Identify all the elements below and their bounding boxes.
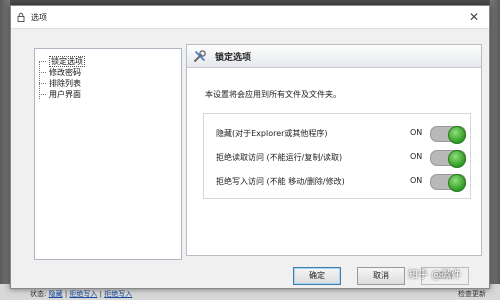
options-nav-tree: 锁定选项 修改密码 排除列表 用户界面 xyxy=(34,48,182,260)
close-button[interactable]: ✕ xyxy=(465,8,483,26)
toggle-knob xyxy=(448,174,466,192)
nav-item-change-password[interactable]: 修改密码 xyxy=(39,67,81,78)
options-dialog: 选项 ✕ 锁定选项 修改密码 排除列表 用户界面 锁定选项 本设置将会应用到所有… xyxy=(10,5,490,289)
option-row-deny-read: 拒绝读取访问 (不能运行/复制/读取) ON xyxy=(204,146,470,168)
toggle-knob xyxy=(448,150,466,168)
ok-button[interactable]: 确定 xyxy=(293,267,341,285)
option-row-deny-write: 拒绝写入访问 (不能 移动/删除/修改) ON xyxy=(204,170,470,192)
option-row-hide: 隐藏(对于Explorer或其他程序) ON xyxy=(204,122,470,144)
option-state: ON xyxy=(410,152,423,161)
toggle-knob xyxy=(448,126,466,144)
option-label: 隐藏(对于Explorer或其他程序) xyxy=(216,129,328,138)
nav-item-exclusion-list[interactable]: 排除列表 xyxy=(39,78,81,89)
watermark: 知乎 @微件 xyxy=(408,270,462,281)
panel-description: 本设置将会应用到所有文件及文件夹。 xyxy=(205,90,341,99)
panel-header: 锁定选项 xyxy=(187,45,481,68)
deny-read-toggle[interactable] xyxy=(430,150,466,168)
tree-connector xyxy=(39,72,46,73)
option-label: 拒绝读取访问 (不能运行/复制/读取) xyxy=(216,153,343,162)
deny-write-toggle[interactable] xyxy=(430,174,466,192)
close-icon: ✕ xyxy=(468,10,480,24)
tree-connector xyxy=(39,61,46,62)
nav-item-label: 排除列表 xyxy=(49,79,81,88)
tree-connector xyxy=(39,94,46,95)
background-app-left-edge xyxy=(0,0,10,300)
nav-item-lock-options[interactable]: 锁定选项 xyxy=(39,56,85,67)
nav-item-label: 锁定选项 xyxy=(49,56,85,67)
nav-item-user-interface[interactable]: 用户界面 xyxy=(39,89,81,100)
window-title: 选项 xyxy=(31,13,47,22)
tree-connector xyxy=(39,83,46,84)
status-link-deny-write-2[interactable]: 拒绝写入 xyxy=(104,290,132,298)
check-update-link[interactable]: 检查更新 xyxy=(458,289,486,299)
title-bar: 选项 ✕ xyxy=(11,6,489,29)
options-group: 隐藏(对于Explorer或其他程序) ON 拒绝读取访问 (不能运行/复制/读… xyxy=(203,113,471,199)
nav-item-label: 修改密码 xyxy=(49,68,81,77)
status-link-hide[interactable]: 隐藏 xyxy=(49,290,63,298)
settings-panel: 锁定选项 本设置将会应用到所有文件及文件夹。 隐藏(对于Explorer或其他程… xyxy=(186,44,482,256)
background-app-right-edge xyxy=(490,0,500,300)
cancel-button[interactable]: 取消 xyxy=(357,267,405,285)
tools-icon xyxy=(194,50,206,62)
panel-title: 锁定选项 xyxy=(215,53,252,63)
lock-icon xyxy=(17,12,25,22)
nav-item-label: 用户界面 xyxy=(49,90,81,99)
option-state: ON xyxy=(410,176,423,185)
background-status-text: 状态: 隐藏 | 拒绝写入 | 拒绝写入 xyxy=(30,290,133,298)
hide-toggle[interactable] xyxy=(430,126,466,144)
status-prefix: 状态: xyxy=(30,290,47,298)
option-state: ON xyxy=(410,128,423,137)
status-link-deny-write-1[interactable]: 拒绝写入 xyxy=(69,290,97,298)
option-label: 拒绝写入访问 (不能 移动/删除/修改) xyxy=(216,177,345,186)
